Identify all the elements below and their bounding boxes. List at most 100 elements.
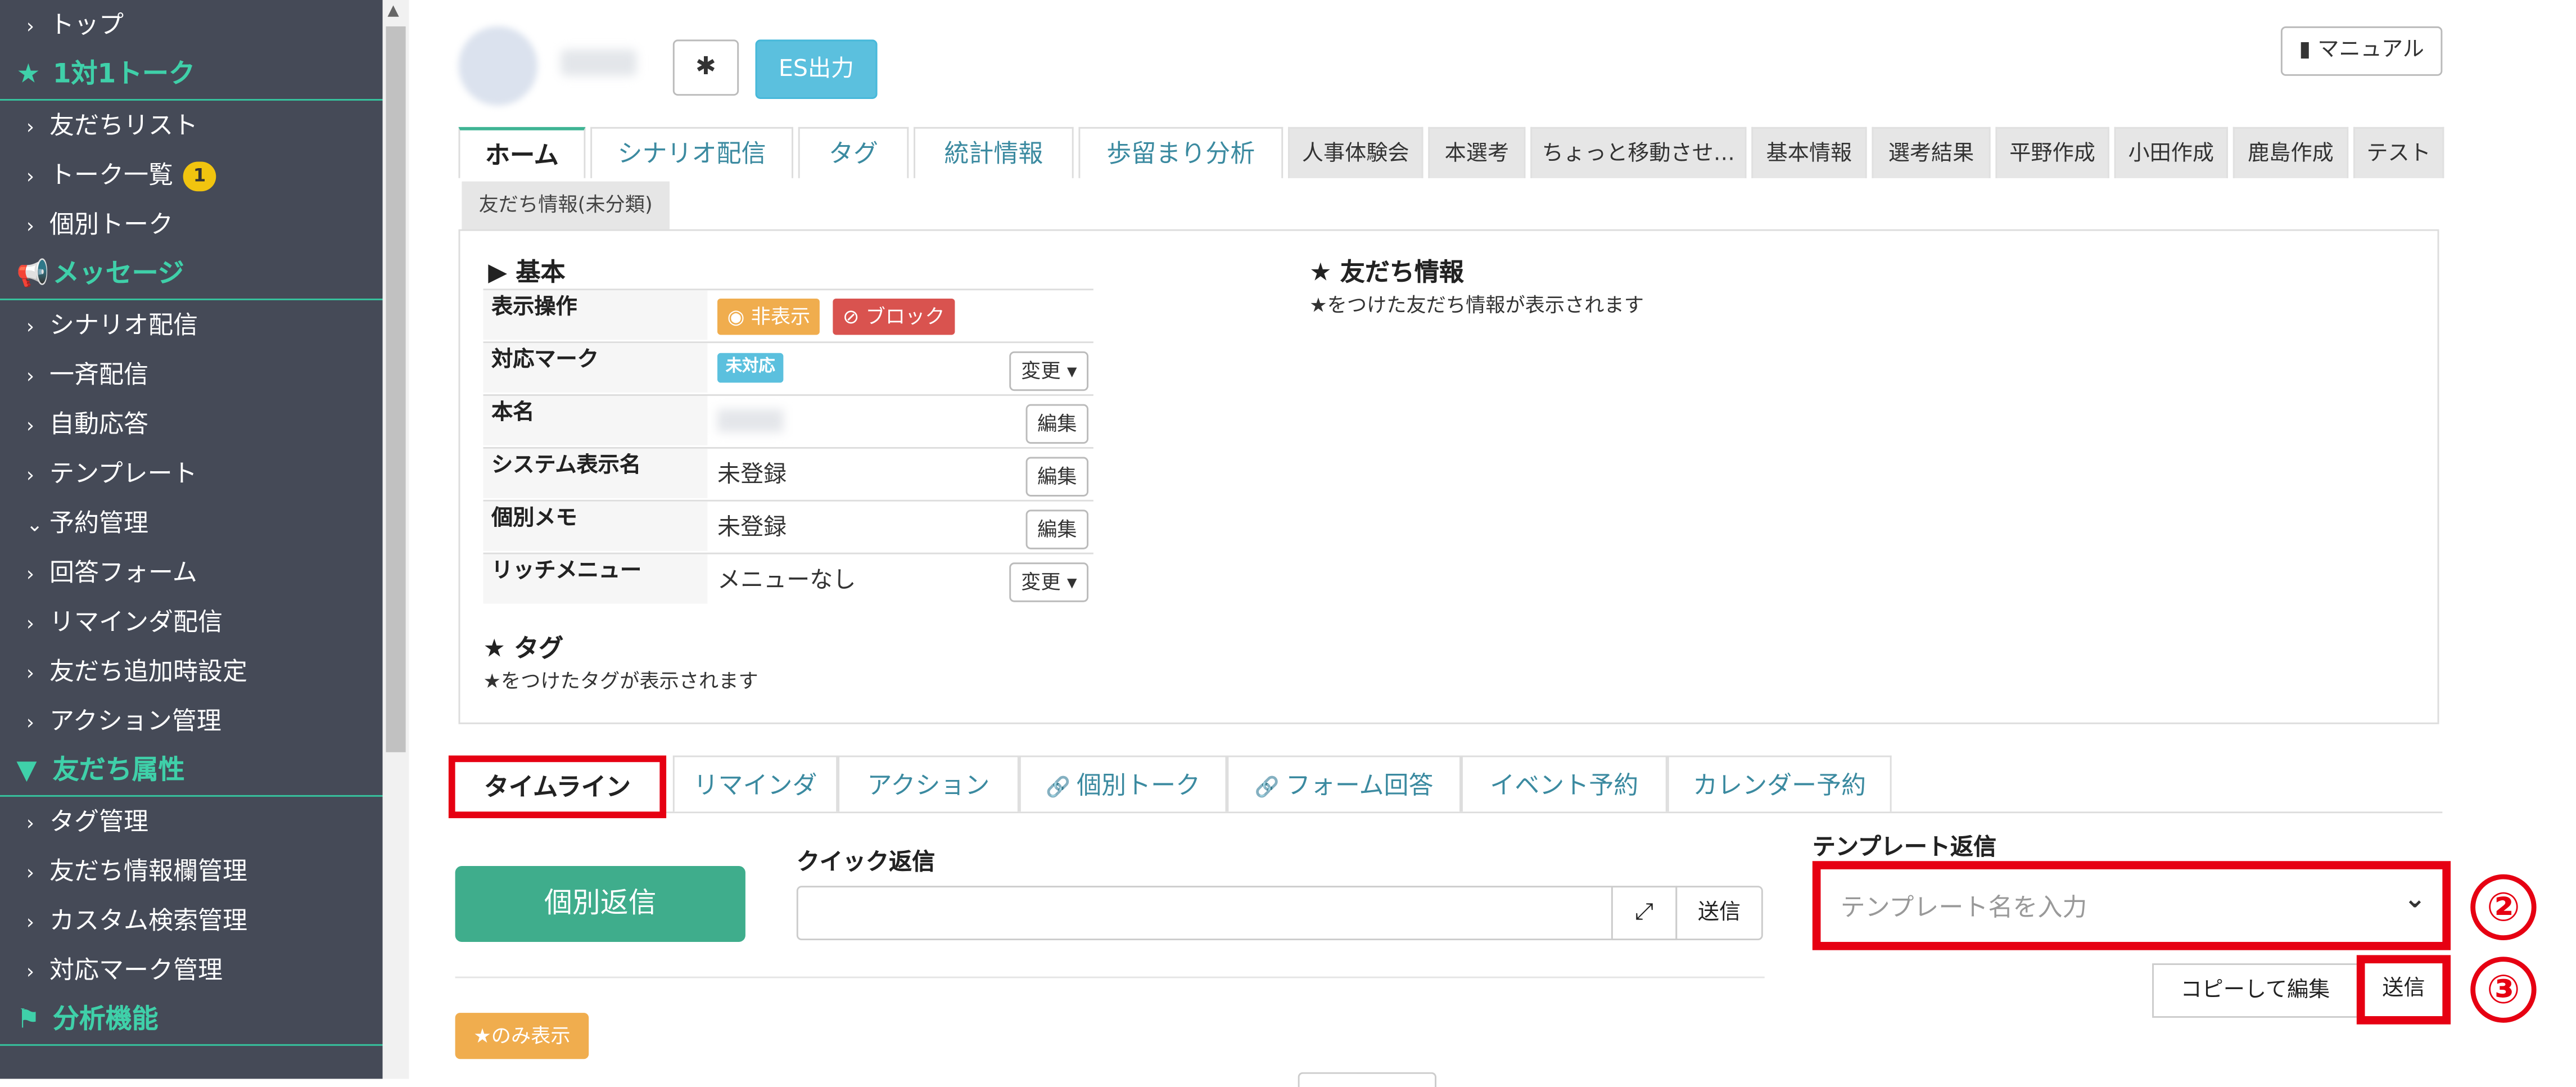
chevron-right-icon: › <box>26 364 35 388</box>
change-rich-menu-button[interactable]: 変更 ▾ <box>1009 562 1089 602</box>
annotation-circle-2: ② <box>2470 874 2537 941</box>
change-mark-button[interactable]: 変更 ▾ <box>1009 351 1089 391</box>
chevron-right-icon: › <box>26 661 35 685</box>
row-response-mark: 対応マーク 未対応 変更 ▾ <box>483 341 1093 394</box>
manual-button[interactable]: ▮ マニュアル <box>2280 26 2443 76</box>
tab-label: イベント予約 <box>1490 770 1639 800</box>
quick-reply-input[interactable] <box>796 886 1613 941</box>
sidebar-item-11[interactable]: › 回答フォーム <box>0 548 383 597</box>
sidebar-section-5[interactable]: 📢 メッセージ <box>0 249 383 300</box>
tab-lower-4[interactable]: 🔗 フォーム回答 <box>1227 755 1461 812</box>
sidebar-item-6[interactable]: › シナリオ配信 <box>0 300 383 350</box>
tab-top-7[interactable]: ちょっと移動させ… <box>1530 127 1747 178</box>
tab-friend-info-unclassified[interactable]: 友だち情報(未分類) <box>462 181 670 229</box>
expand-icon[interactable]: ⤢ <box>1611 886 1678 941</box>
tab-top-11[interactable]: 小田作成 <box>2114 127 2229 178</box>
sidebar-item-8[interactable]: › 自動応答 <box>0 399 383 449</box>
row-label: 対応マーク <box>483 343 708 393</box>
tab-top-6[interactable]: 本選考 <box>1428 127 1526 178</box>
template-select[interactable]: テンプレート名を入力 ⌄ <box>1812 861 2451 950</box>
status-badge: 未対応 <box>717 353 784 383</box>
tab-top-1[interactable]: シナリオ配信 <box>590 127 793 178</box>
rich-menu-value: メニューなし <box>717 567 856 594</box>
hide-button[interactable]: ◉ 非表示 <box>717 298 820 335</box>
sidebar-item-label: 友だち情報欄管理 <box>49 856 248 886</box>
avatar <box>458 26 538 106</box>
sidebar-item-10[interactable]: ⌄ 予約管理 <box>0 498 383 548</box>
sidebar-scrollbar[interactable]: ▲ <box>382 0 409 1079</box>
sidebar-item-label: タグ管理 <box>49 806 149 837</box>
es-export-button[interactable]: ES出力 <box>755 39 878 100</box>
sidebar-item-4[interactable]: › 個別トーク <box>0 200 383 249</box>
sidebar-item-17[interactable]: › 友だち情報欄管理 <box>0 846 383 896</box>
sidebar-item-label: 1対1トーク <box>52 57 195 89</box>
tab-top-10[interactable]: 平野作成 <box>1995 127 2109 178</box>
tab-top-13[interactable]: テスト <box>2353 127 2444 178</box>
settings-button[interactable]: ✱ <box>672 39 739 96</box>
tab-top-0[interactable]: ホーム <box>458 127 586 178</box>
sidebar-section-15[interactable]: ▼ 友だち属性 <box>0 746 383 797</box>
tab-lower-0[interactable]: タイムライン <box>448 755 667 818</box>
chevron-right-icon: › <box>26 414 35 437</box>
quick-send-button[interactable]: 送信 <box>1675 886 1763 941</box>
tab-lower-5[interactable]: イベント予約 <box>1461 755 1667 812</box>
template-send-button[interactable]: 送信 <box>2356 955 2451 1025</box>
star-only-button[interactable]: ★のみ表示 <box>455 1013 589 1059</box>
filter-icon: ▼ <box>16 754 37 786</box>
real-name-blurred <box>717 409 784 432</box>
sidebar-item-label: トップ <box>49 10 124 40</box>
sidebar-item-2[interactable]: › 友だちリスト <box>0 101 383 150</box>
template-placeholder: テンプレート名を入力 <box>1840 892 2087 922</box>
tab-label: アクション <box>867 770 990 800</box>
link-icon: 🔗 <box>1046 775 1077 799</box>
row-real-name: 本名 編集 <box>483 394 1093 447</box>
basic-info-table: 表示操作 ◉ 非表示 ⊘ ブロック 対応マーク 未対応 変更 ▾ 本名 編集 シ… <box>483 288 1093 605</box>
sidebar-item-18[interactable]: › カスタム検索管理 <box>0 896 383 945</box>
edit-real-name-button[interactable]: 編集 <box>1025 404 1089 444</box>
tab-top-12[interactable]: 鹿島作成 <box>2232 127 2349 178</box>
sidebar-item-label: トーク一覧 <box>49 160 174 190</box>
caret-down-icon: ▾ <box>1066 570 1077 594</box>
tab-lower-2[interactable]: アクション <box>838 755 1019 812</box>
memo-value: 未登録 <box>717 515 787 542</box>
quick-reply-label: クイック返信 <box>796 849 936 876</box>
tab-top-4[interactable]: 歩留まり分析 <box>1078 127 1284 178</box>
sidebar-item-label: シナリオ配信 <box>49 310 198 340</box>
sidebar-item-19[interactable]: › 対応マーク管理 <box>0 945 383 995</box>
row-label: 表示操作 <box>483 290 708 340</box>
sidebar-item-9[interactable]: › テンプレート <box>0 449 383 498</box>
eye-off-icon: ◉ <box>727 305 745 328</box>
edit-memo-button[interactable]: 編集 <box>1025 509 1089 549</box>
scroll-up-arrow-icon[interactable]: ▲ <box>387 3 399 20</box>
sidebar-item-0[interactable]: › トップ <box>0 0 383 49</box>
annotation-circle-3: ③ <box>2470 957 2537 1023</box>
edit-system-name-button[interactable]: 編集 <box>1025 457 1089 497</box>
partial-element <box>1298 1072 1436 1087</box>
sidebar-section-1[interactable]: ★ 1対1トーク <box>0 49 383 101</box>
sidebar-item-3[interactable]: › トーク一覧 1 <box>0 150 383 200</box>
sidebar-item-12[interactable]: › リマインダ配信 <box>0 597 383 647</box>
tab-top-5[interactable]: 人事体験会 <box>1287 127 1423 178</box>
tab-top-3[interactable]: 統計情報 <box>914 127 1074 178</box>
tab-top-9[interactable]: 選考結果 <box>1872 127 1991 178</box>
tab-top-8[interactable]: 基本情報 <box>1751 127 1867 178</box>
sidebar-item-13[interactable]: › 友だち追加時設定 <box>0 647 383 696</box>
tab-top-2[interactable]: タグ <box>798 127 909 178</box>
link-icon: 🔗 <box>1254 775 1286 799</box>
sidebar-item-7[interactable]: › 一斉配信 <box>0 350 383 399</box>
book-icon: ▮ <box>2299 38 2311 63</box>
tab-label: フォーム回答 <box>1285 770 1434 800</box>
scrollbar-thumb[interactable] <box>386 26 406 752</box>
row-label: 本名 <box>483 396 708 446</box>
tag-section-subtitle: ★をつけたタグが表示されます <box>483 669 758 693</box>
sidebar-item-16[interactable]: › タグ管理 <box>0 797 383 846</box>
sidebar-item-14[interactable]: › アクション管理 <box>0 696 383 746</box>
tab-lower-6[interactable]: カレンダー予約 <box>1667 755 1892 812</box>
tab-lower-3[interactable]: 🔗 個別トーク <box>1019 755 1227 812</box>
individual-reply-button[interactable]: 個別返信 <box>455 866 745 942</box>
block-button[interactable]: ⊘ ブロック <box>833 298 955 335</box>
sidebar-item-label: 個別トーク <box>49 209 174 240</box>
sidebar-section-20[interactable]: ⚑ 分析機能 <box>0 995 383 1046</box>
tab-lower-1[interactable]: リマインダ <box>672 755 838 812</box>
copy-edit-button[interactable]: コピーして編集 <box>2152 963 2358 1018</box>
